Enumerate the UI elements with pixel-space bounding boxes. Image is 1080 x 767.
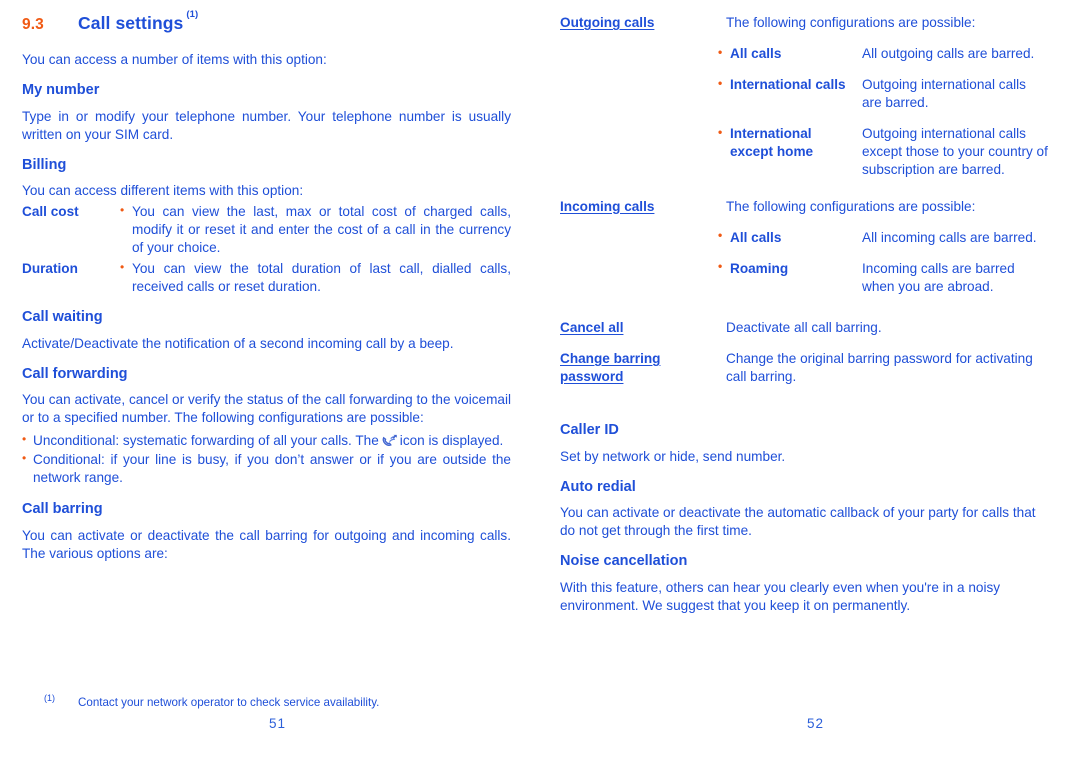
row-change-barring-password: Change barring password Change the origi…: [560, 350, 1049, 386]
term-call-cost: Call cost: [22, 204, 79, 220]
desc-call-cost: You can view the last, max or total cost…: [120, 203, 511, 257]
footnote: (1) Contact your network operator to che…: [44, 693, 544, 710]
desc-outgoing-international: Outgoing international calls are barred.: [862, 77, 1026, 111]
footnote-text: Contact your network operator to check s…: [78, 696, 380, 709]
heading-noise-cancellation: Noise cancellation: [560, 553, 688, 570]
label-outgoing-international: International calls: [718, 76, 862, 94]
paragraph-billing-intro: You can access different items with this…: [22, 183, 304, 199]
row-incoming-calls: Incoming calls The following configurati…: [560, 198, 1049, 216]
page-number-right: 52: [806, 716, 825, 731]
heading-call-waiting: Call waiting: [22, 309, 103, 326]
desc-incoming-roaming: Incoming calls are barred when you are a…: [862, 260, 1015, 294]
option-outgoing-all-calls: All calls All outgoing calls are barred.: [718, 45, 1049, 63]
section-number: 9.3: [22, 16, 44, 33]
text-unconditional-before: Unconditional: systematic forwarding of …: [33, 433, 379, 449]
call-forward-phone-icon: [381, 434, 398, 448]
right-page-column: Outgoing calls The following configurati…: [560, 0, 1071, 767]
option-incoming-roaming: Roaming Incoming calls are barred when y…: [718, 259, 1049, 296]
term-change-barring-password: Change barring password: [560, 350, 661, 385]
row-outgoing-calls: Outgoing calls The following configurati…: [560, 14, 1049, 32]
option-outgoing-international-except-home: International except home Outgoing inter…: [718, 125, 1049, 179]
list-call-forwarding-options: Unconditional: systematic forwarding of …: [22, 432, 511, 487]
heading-billing: Billing: [22, 156, 67, 173]
heading-caller-id: Caller ID: [560, 422, 619, 439]
list-item-conditional: Conditional: if your line is busy, if yo…: [22, 451, 511, 487]
desc-outgoing-all-calls: All outgoing calls are barred.: [862, 46, 1035, 62]
desc-incoming-all-calls: All incoming calls are barred.: [862, 229, 1037, 245]
section-title-text: Call settings (1): [78, 9, 199, 33]
paragraph-auto-redial: You can activate or deactivate the autom…: [560, 505, 1036, 539]
paragraph-call-barring: You can activate or deactivate the call …: [22, 527, 511, 561]
option-outgoing-international: International calls Outgoing internation…: [718, 76, 1049, 112]
label-incoming-all-calls: All calls: [718, 228, 862, 247]
definition-row-call-cost: Call cost You can view the last, max or …: [22, 203, 511, 257]
heading-call-barring: Call barring: [22, 501, 103, 517]
label-outgoing-international-except-home: International except home: [718, 125, 862, 161]
desc-outgoing-international-except-home: Outgoing international calls except thos…: [862, 126, 1048, 178]
desc-duration: You can view the total duration of last …: [120, 260, 511, 296]
label-incoming-roaming: Roaming: [718, 259, 862, 278]
page-number-left: 51: [268, 716, 287, 731]
definition-row-duration: Duration You can view the total duration…: [22, 260, 511, 296]
heading-my-number: My number: [22, 82, 100, 99]
paragraph-my-number: Type in or modify your telephone number.…: [22, 108, 511, 142]
footnote-marker-title: (1): [186, 9, 199, 21]
term-cancel-all: Cancel all: [560, 319, 624, 335]
text-unconditional-after: icon is displayed.: [399, 433, 504, 449]
paragraph-noise-cancellation: With this feature, others can hear you c…: [560, 579, 1001, 613]
paragraph-call-forwarding: You can activate, cancel or verify the s…: [22, 392, 511, 426]
desc-cancel-all: Deactivate all call barring.: [726, 319, 882, 335]
desc-incoming-calls: The following configurations are possibl…: [726, 198, 976, 214]
row-cancel-all: Cancel all Deactivate all call barring.: [560, 319, 1049, 337]
desc-change-barring-password: Change the original barring password for…: [726, 350, 1033, 385]
term-duration: Duration: [22, 261, 78, 277]
page-title: 9.3 Call settings (1): [22, 9, 511, 33]
paragraph-call-waiting: Activate/Deactivate the notification of …: [22, 335, 454, 351]
manual-page-spread: 9.3 Call settings (1) You can access a nu…: [0, 0, 1080, 767]
left-page-column: 9.3 Call settings (1) You can access a nu…: [22, 0, 533, 767]
list-item-unconditional: Unconditional: systematic forwarding of …: [22, 432, 511, 450]
term-outgoing-calls: Outgoing calls: [560, 15, 655, 30]
heading-auto-redial: Auto redial: [560, 478, 636, 495]
footnote-marker: (1): [44, 693, 55, 703]
paragraph-caller-id: Set by network or hide, send number.: [560, 448, 786, 464]
heading-call-forwarding: Call forwarding: [22, 365, 128, 382]
term-incoming-calls: Incoming calls: [560, 198, 655, 214]
label-outgoing-all-calls: All calls: [718, 45, 862, 63]
option-incoming-all-calls: All calls All incoming calls are barred.: [718, 228, 1049, 247]
desc-outgoing-calls: The following configurations are possibl…: [726, 15, 976, 30]
intro-paragraph: You can access a number of items with th…: [22, 52, 327, 68]
